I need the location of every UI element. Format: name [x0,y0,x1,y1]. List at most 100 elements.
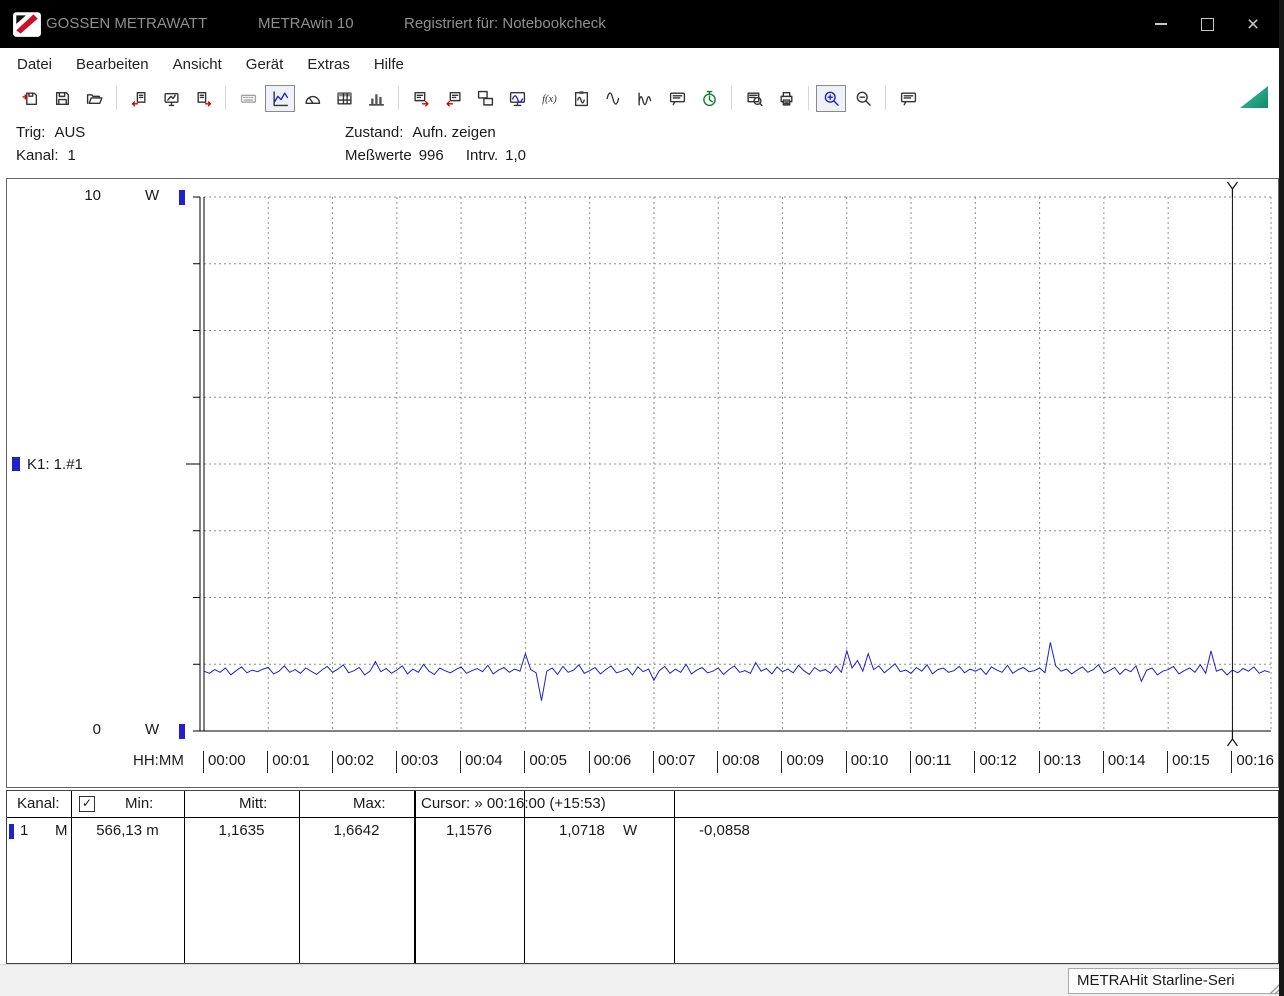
analog-gauge-view-button[interactable] [297,85,327,112]
kanal-label: Kanal: [16,147,59,164]
send-to-device-button[interactable] [188,85,218,112]
formula-editor-button[interactable] [534,85,564,112]
record-timer-button[interactable] [694,85,724,112]
toolbar [0,81,1284,115]
multimeter-view-button[interactable] [233,85,263,112]
resize-grip[interactable] [1269,982,1282,995]
row-mitt: 1,1635 [218,822,265,839]
disk-in-icon [21,91,37,105]
arrange-windows-button[interactable] [470,85,500,112]
plot-area[interactable] [204,197,1271,731]
print-preview-button[interactable] [739,85,769,112]
device-online-display-button[interactable] [156,85,186,112]
chart-panel: 10 W 0 W K1: 1.#1 HH:MM 00:00 00:01 00:02 0… [6,178,1279,788]
notes-button[interactable] [662,85,692,112]
row-max: 1,6642 [333,822,380,839]
zoom-icon [824,91,839,106]
y-unit-top: W [145,187,160,204]
toolbar-separator [398,86,399,110]
x-tick-label: 00:10 [845,751,888,773]
bars-icon [368,93,384,106]
doc-in-icon [131,91,146,106]
menu-item-extras[interactable]: Extras [295,51,362,78]
x-tick-label: 00:04 [460,751,503,773]
header-kanal: Kanal: [17,795,60,812]
export-window-button[interactable] [406,85,436,112]
import-file-button[interactable] [15,85,45,112]
channel-visible-checkbox[interactable]: ✓ [79,796,95,812]
chart-view-button[interactable] [265,84,295,112]
open-file-button[interactable] [79,85,109,112]
signal-overview-button[interactable] [630,85,660,112]
x-tick-label: 00:15 [1167,751,1210,773]
online-monitor-button[interactable] [502,85,532,112]
maximize-button[interactable] [1184,0,1230,48]
note-icon [900,91,916,105]
trig-label: Trig: [16,124,46,141]
toolbar-separator [731,86,732,110]
zoom-in-mode-button[interactable] [816,84,846,112]
menu-item-ansicht[interactable]: Ansicht [161,51,234,78]
read-from-device-button[interactable] [124,85,154,112]
header-divider [7,817,1278,818]
registration-text: Registriert für: Notebookcheck [404,15,606,32]
timer-icon [702,90,716,106]
zoom-out-button[interactable] [848,85,878,112]
note-icon [669,91,685,105]
title-bar[interactable]: GOSSEN METRAWATT METRAwin 10 Registriert… [0,0,1284,48]
messwerte-label: Meßwerte [345,147,412,164]
win-out-icon [413,91,429,107]
brand-text: GOSSEN METRAWATT [46,15,208,32]
print-button[interactable] [771,85,801,112]
y-min-label: 0 [92,721,101,738]
table-view-button[interactable] [329,85,359,112]
win-tile-icon [477,90,493,106]
x-tick-label: 00:06 [588,751,631,773]
intrv-label: Intrv. [465,147,499,164]
kanal-value: 1 [67,147,76,164]
keyboard-icon [240,94,256,103]
header-cursor: Cursor: » 00:16:00 (+15:53) [421,795,606,812]
screen-copy-button[interactable] [566,85,596,112]
row-delta: -0,0858 [699,822,750,839]
status-bar: METRAHit Starline-Seri [0,964,1284,996]
x-tick-label: 00:14 [1102,751,1145,773]
menu-item-datei[interactable]: Datei [5,51,64,78]
header-min: Min: [125,795,154,812]
annotation-button[interactable] [893,85,923,112]
row-channel-marker [9,824,14,839]
x-axis-labels: HH:MM 00:00 00:01 00:02 00:03 00:04 00:05 00:0… [7,749,1278,775]
bargraph-view-button[interactable] [361,85,391,112]
import-window-button[interactable] [438,85,468,112]
save-file-button[interactable] [47,85,77,112]
signal-zoom-button[interactable] [598,85,628,112]
toolbar-separator [116,86,117,110]
x-tick-label: 00:09 [781,751,824,773]
trig-value: AUS [54,124,86,141]
menu-item-geraet[interactable]: Gerät [234,51,296,78]
channel-label: K1: 1.#1 [12,456,83,473]
x-tick-label: 00:02 [331,751,374,773]
y-axis-marker-bottom [179,724,185,739]
toolbar-separator [808,86,809,110]
gauge-icon [304,95,320,104]
toolbar-separator [885,86,886,110]
channel-color-marker [12,457,20,471]
metrawin-window: GOSSEN METRAWATT METRAwin 10 Registriert… [0,0,1284,996]
minimize-button[interactable] [1138,0,1184,48]
meter-icon [163,92,179,106]
device-field: METRAHit Starline-Seri [1068,968,1282,994]
folder-icon [86,93,103,104]
y-axis-marker-top [179,190,185,205]
x-tick-label: 00:12 [974,751,1017,773]
monitor-icon [509,91,525,106]
menu-item-bearbeiten[interactable]: Bearbeiten [64,51,161,78]
zoom-out-icon [856,91,871,106]
x-tick-label: 00:05 [524,751,567,773]
stats-table: Kanal: ✓ Min: Mitt: Max: Cursor: » 00:16… [6,790,1279,964]
x-tick-label: 00:03 [395,751,438,773]
zustand-label: Zustand: [345,124,404,141]
app-logo-icon [13,12,41,37]
menu-item-hilfe[interactable]: Hilfe [362,51,416,78]
close-button[interactable]: × [1230,0,1276,48]
